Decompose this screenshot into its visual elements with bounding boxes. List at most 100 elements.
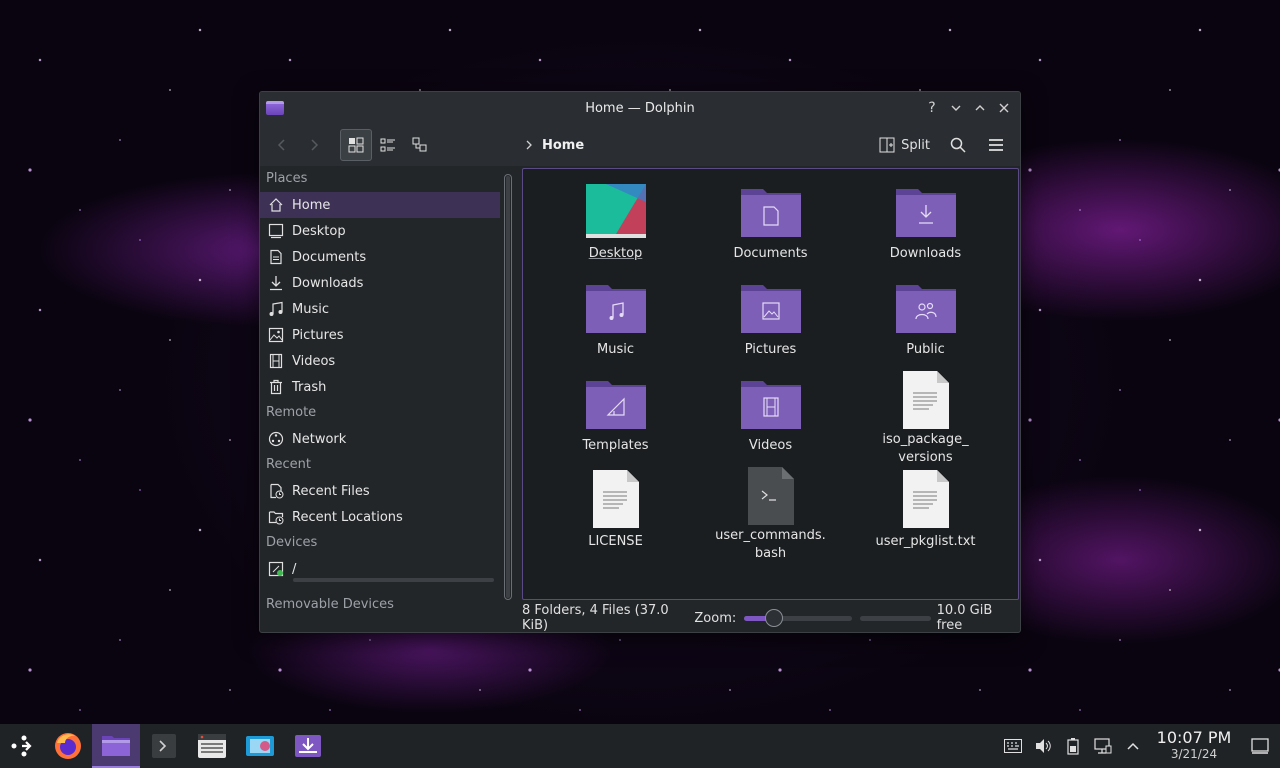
network-tray-button[interactable] [1088,724,1118,768]
sidebar-item-label: Pictures [292,327,344,343]
desktop-thumbnail-icon [584,179,648,243]
file-item-downloads[interactable]: Downloads [848,179,1003,275]
desktop-icon [268,223,284,239]
zoom-slider[interactable] [744,608,853,627]
file-item-desktop[interactable]: Desktop [538,179,693,275]
split-button[interactable]: Split [873,129,936,161]
arrow-left-icon [277,139,285,151]
search-button[interactable] [942,129,974,161]
sidebar-item-home[interactable]: Home [260,192,500,218]
show-desktop-button[interactable] [1240,724,1280,768]
volume-icon [1036,739,1051,753]
sidebar-item-pictures[interactable]: Pictures [260,322,500,348]
sidebar-item-label: Desktop [292,223,346,239]
taskbar: 10:07 PM 3/21/24 [0,724,1280,768]
zoom-slider-handle[interactable] [765,608,784,627]
taskbar-discover[interactable] [284,724,332,768]
zoom-label: Zoom: [694,610,737,626]
file-item-templates[interactable]: Templates [538,371,693,467]
sidebar-item-recent-locations[interactable]: Recent Locations [260,504,500,530]
breadcrumb: Home [524,124,584,166]
app-launcher-button[interactable] [0,724,44,768]
home-icon [268,197,284,213]
volume-tray-button[interactable] [1028,724,1058,768]
dolphin-window: Home — Dolphin ? Home Split Places Home … [259,91,1021,633]
maximize-button[interactable] [970,98,990,118]
clock-time: 10:07 PM [1156,728,1232,747]
folder-public-icon [894,275,958,339]
breadcrumb-home[interactable]: Home [542,138,584,153]
sidebar-item-label: Recent Files [292,483,370,499]
file-item-pictures[interactable]: Pictures [693,275,848,371]
details-view-button[interactable] [404,129,436,161]
sidebar-item-videos[interactable]: Videos [260,348,500,374]
section-places: Places [266,171,308,186]
back-button[interactable] [266,129,298,161]
title-bar[interactable]: Home — Dolphin ? [260,92,1020,124]
sidebar-item-documents[interactable]: Documents [260,244,500,270]
sidebar-item-desktop[interactable]: Desktop [260,218,500,244]
minimize-button[interactable] [946,98,966,118]
sidebar-item-label: Documents [292,249,367,265]
file-item-music[interactable]: Music [538,275,693,371]
taskbar-firefox[interactable] [44,724,92,768]
sidebar-item-network[interactable]: Network [260,426,500,452]
firefox-icon [55,733,81,759]
file-item-user-pkglist[interactable]: user_pkglist.txt [848,467,1003,563]
taskbar-system-monitor[interactable] [188,724,236,768]
app-launcher-icon [11,735,32,757]
file-item-license[interactable]: LICENSE [538,467,693,563]
taskbar-terminal[interactable] [140,724,188,768]
free-space-bar [860,615,931,621]
forward-button[interactable] [298,129,330,161]
folder-videos-icon [739,371,803,435]
taskbar-screenshot[interactable] [236,724,284,768]
compact-view-button[interactable] [372,129,404,161]
digital-clock[interactable]: 10:07 PM 3/21/24 [1154,730,1234,762]
sidebar-item-label: / [292,561,297,577]
sidebar-item-trash[interactable]: Trash [260,374,500,400]
hamburger-menu-icon [989,139,1003,151]
keyboard-tray-button[interactable] [998,724,1028,768]
selection-summary: 8 Folders, 4 Files (37.0 KiB) [522,603,669,633]
folder-documents-icon [739,179,803,243]
file-item-iso-package-versions[interactable]: iso_package_ versions [848,371,1003,467]
file-item-public[interactable]: Public [848,275,1003,371]
battery-tray-button[interactable] [1058,724,1088,768]
image-icon [268,327,284,343]
file-label: Desktop [588,246,643,261]
sidebar-item-label: Music [292,301,329,317]
window-controls: ? [922,98,1014,118]
tray-expand-button[interactable] [1118,724,1148,768]
file-item-videos[interactable]: Videos [693,371,848,467]
menu-button[interactable] [980,129,1012,161]
sidebar-item-recent-files[interactable]: Recent Files [260,478,500,504]
places-panel: Places Home Desktop Documents Downloads … [260,166,500,632]
grid-view-icon [348,137,364,153]
file-item-documents[interactable]: Documents [693,179,848,275]
file-view[interactable]: Desktop Documents Downloads Music Pictur… [522,168,1019,600]
sidebar-item-music[interactable]: Music [260,296,500,322]
file-item-user-commands[interactable]: user_commands. bash [693,467,848,563]
details-view-icon [412,137,427,152]
recent-files-icon [268,483,284,499]
file-label: Videos [748,438,793,453]
file-label: Documents [733,246,808,261]
close-button[interactable] [994,98,1014,118]
drive-icon [268,561,284,577]
section-remote: Remote [266,405,317,420]
help-button[interactable]: ? [922,98,942,118]
file-label: user_commands. bash [715,528,826,561]
file-label: Pictures [744,342,797,357]
text-file-icon [584,467,648,531]
sidebar-item-downloads[interactable]: Downloads [260,270,500,296]
sidebar-item-label: Network [292,431,347,447]
window-title: Home — Dolphin [585,100,695,116]
music-note-icon [268,301,284,317]
taskbar-dolphin[interactable] [92,724,140,768]
terminal-icon [152,734,176,758]
file-label: Downloads [889,246,962,261]
places-scrollbar[interactable] [504,174,512,600]
wired-network-icon [1094,738,1112,754]
icons-view-button[interactable] [340,129,372,161]
